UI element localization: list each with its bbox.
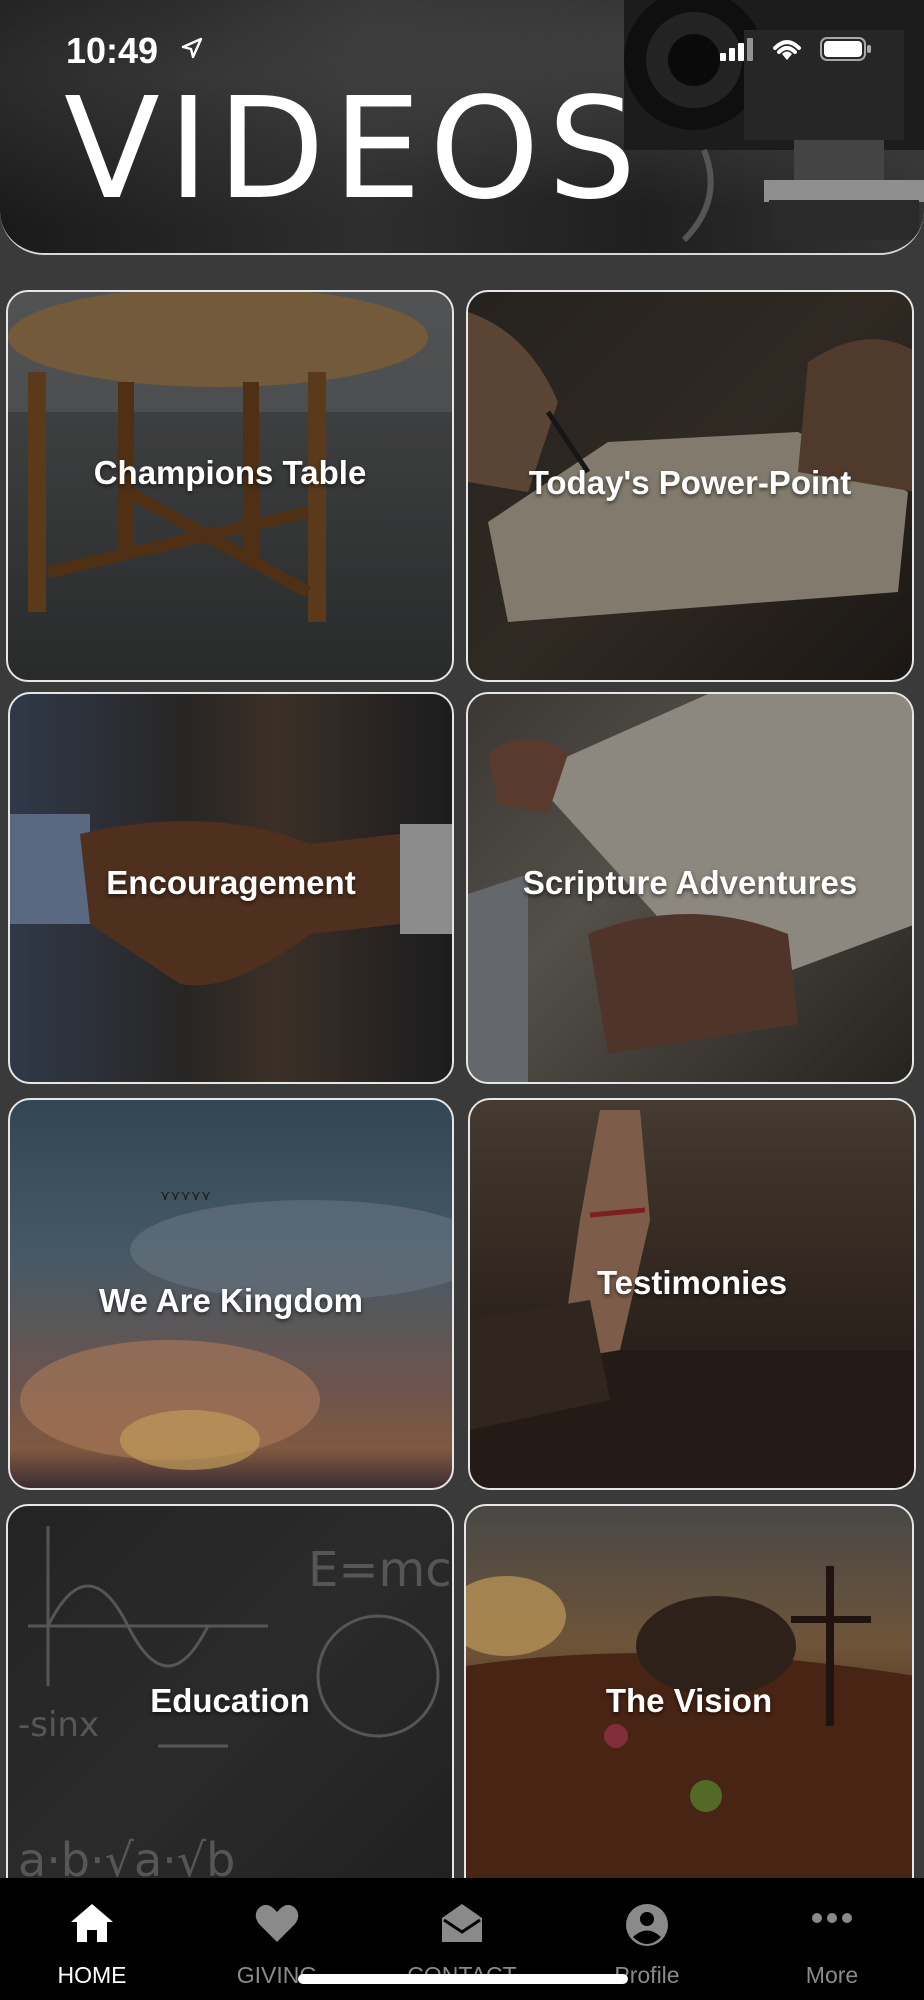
user-circle-icon [626, 1904, 668, 1946]
wifi-icon [773, 40, 801, 60]
tile-todays-power-point[interactable]: Today's Power-Point [466, 290, 914, 682]
tile-label: Education [150, 1682, 310, 1719]
heart-icon [255, 1904, 299, 1942]
battery-icon [820, 37, 871, 61]
tile-we-are-kingdom[interactable]: ⋎⋎⋎⋎⋎ We Are Kingdom [8, 1098, 454, 1490]
home-indicator[interactable] [298, 1974, 628, 1984]
more-dots-icon [812, 1913, 852, 1923]
tile-scripture-adventures[interactable]: Scripture Adventures [466, 692, 914, 1084]
nav-label: HOME [57, 1962, 127, 1988]
tile-testimonies[interactable]: Testimonies [468, 1098, 916, 1490]
tile-label: Champions Table [93, 454, 367, 491]
status-icons [720, 36, 872, 62]
tile-label: Testimonies [596, 1264, 788, 1301]
location-arrow-icon [181, 37, 203, 59]
tile-education[interactable]: E=mc a·b·√a·√b -sinx Education [6, 1504, 454, 1904]
tile-champions-table[interactable]: Champions Table [6, 290, 454, 682]
header-banner: 10:49 VIDEOS [0, 0, 924, 255]
tile-label: Encouragement [106, 864, 356, 901]
envelope-open-icon [442, 1904, 482, 1942]
tile-label: We Are Kingdom [98, 1282, 364, 1319]
home-icon [71, 1904, 113, 1942]
tile-the-vision[interactable]: The Vision [464, 1504, 914, 1904]
signal-icon [720, 38, 753, 61]
tile-encouragement[interactable]: Encouragement [8, 692, 454, 1084]
nav-item-home[interactable]: HOME [2, 1878, 182, 2000]
status-time: 10:49 [66, 30, 159, 71]
tile-label: Scripture Adventures [522, 864, 858, 901]
nav-label: More [805, 1962, 859, 1988]
page-title: VIDEOS [64, 68, 645, 231]
tile-label: The Vision [605, 1682, 773, 1719]
nav-item-more[interactable]: More [742, 1878, 922, 2000]
tile-label: Today's Power-Point [528, 464, 852, 501]
